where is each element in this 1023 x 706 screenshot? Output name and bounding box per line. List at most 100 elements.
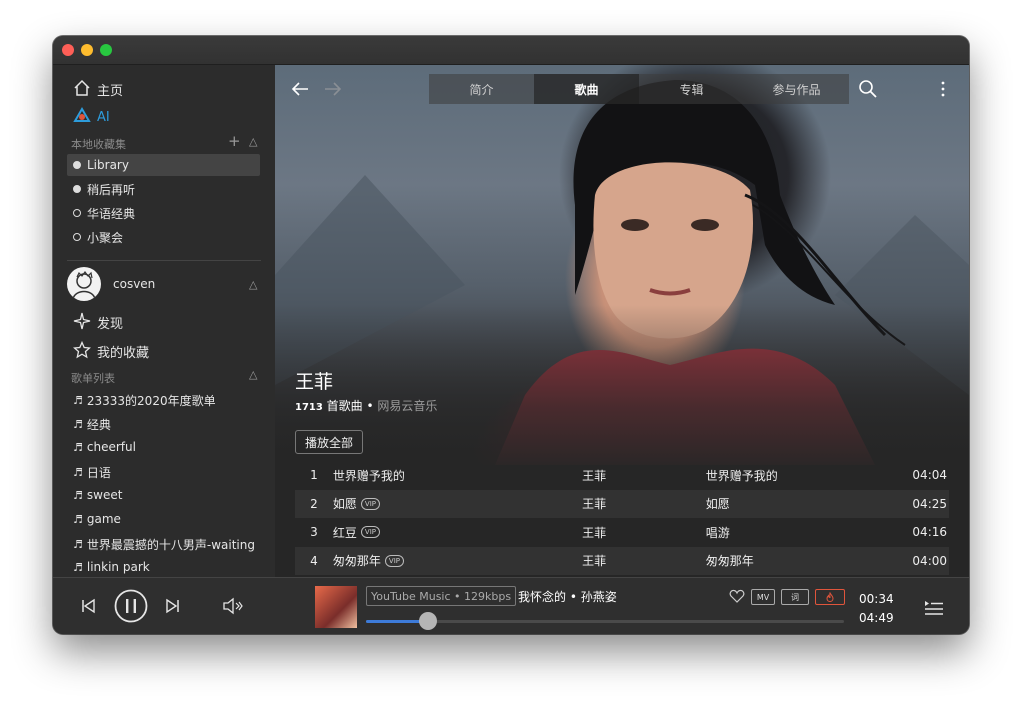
- avatar: [67, 267, 101, 301]
- collapse-playlists-icon[interactable]: △: [249, 368, 257, 381]
- artist-source: 网易云音乐: [377, 399, 438, 413]
- pause-button[interactable]: [114, 589, 148, 627]
- table-row[interactable]: 2 如愿 VIP 王菲 如愿 04:25: [295, 489, 949, 518]
- playlist-label: 日语: [86, 466, 111, 480]
- music-note-icon: ♬: [73, 466, 83, 479]
- song-artist[interactable]: 王菲: [582, 495, 706, 512]
- song-title[interactable]: 世界赠予我的: [333, 467, 405, 484]
- volume-icon[interactable]: [222, 597, 244, 619]
- playlist-item[interactable]: ♬ 世界最震撼的十八男声-waiting: [73, 536, 255, 553]
- song-title-cell: 匆匆那年 VIP: [333, 552, 582, 569]
- play-all-button[interactable]: 播放全部: [295, 430, 363, 454]
- collapse-local-icon[interactable]: △: [249, 135, 257, 148]
- song-artist[interactable]: 王菲: [582, 524, 706, 541]
- zoom-window-button[interactable]: [100, 44, 112, 56]
- song-album[interactable]: 如愿: [706, 495, 866, 512]
- previous-track-icon[interactable]: [80, 598, 96, 618]
- player-bar: YouTube Music • 129kbps 我怀念的 • 孙燕姿 MV 词 …: [53, 577, 969, 634]
- collection-item-classics[interactable]: 华语经典: [67, 202, 260, 224]
- back-arrow-icon[interactable]: [290, 79, 310, 102]
- table-row[interactable]: 4 匆匆那年 VIP 王菲 匆匆那年 04:00: [295, 546, 949, 575]
- playlist-item[interactable]: ♬ sweet: [73, 488, 122, 502]
- meta-separator: •: [366, 399, 374, 413]
- total-time: 04:49: [859, 611, 894, 625]
- now-playing-cover[interactable]: [315, 586, 357, 628]
- tab-songs[interactable]: 歌曲: [534, 74, 639, 104]
- artist-meta: 1713 首歌曲 • 网易云音乐: [295, 397, 437, 414]
- title-bar: [53, 36, 969, 65]
- ai-icon: [73, 107, 91, 128]
- song-count: 1713: [295, 402, 323, 413]
- top-bar: 简介 歌曲 专辑 参与作品: [275, 65, 969, 111]
- playlist-item[interactable]: ♬ game: [73, 512, 121, 526]
- hot-icon[interactable]: [815, 589, 845, 605]
- song-album[interactable]: 匆匆那年: [706, 552, 866, 569]
- playlist-queue-icon[interactable]: [924, 600, 944, 620]
- more-options-icon[interactable]: [939, 79, 947, 102]
- table-row[interactable]: 3 红豆 VIP 王菲 唱游 04:16: [295, 518, 949, 547]
- sidebar-item-discover[interactable]: 发现: [73, 312, 123, 333]
- sidebar-item-favorites[interactable]: 我的收藏: [72, 340, 150, 362]
- song-table: 1 世界赠予我的 王菲 世界赠予我的 04:04 2 如愿 VIP 王菲 如愿 0…: [295, 461, 949, 575]
- collection-label: 稍后再听: [87, 182, 136, 197]
- user-name: cosven: [113, 277, 156, 291]
- song-title[interactable]: 如愿: [333, 495, 357, 512]
- music-note-icon: ♬: [73, 512, 83, 526]
- song-duration: 04:16: [912, 525, 948, 540]
- sidebar-divider: [67, 260, 261, 261]
- collection-item-later[interactable]: 稍后再听: [67, 178, 260, 200]
- forward-arrow-icon[interactable]: [323, 79, 343, 102]
- song-title[interactable]: 匆匆那年: [333, 552, 381, 569]
- close-window-button[interactable]: [62, 44, 74, 56]
- playlist-item[interactable]: ♬ 经典: [73, 416, 111, 433]
- sidebar-item-home[interactable]: 主页: [73, 79, 123, 100]
- collection-item-library[interactable]: Library: [67, 154, 260, 176]
- playlist-item[interactable]: ♬ linkin park: [73, 560, 150, 574]
- song-title[interactable]: 红豆: [333, 524, 357, 541]
- tab-contributions[interactable]: 参与作品: [744, 74, 849, 104]
- app-window: 主页 AI 本地收藏集 + △ Library 稍后再听 华语经典 小聚会 co…: [53, 36, 969, 634]
- song-index: 1: [310, 468, 318, 483]
- song-album[interactable]: 唱游: [706, 524, 866, 541]
- star-icon: [72, 340, 92, 362]
- collection-dot-icon: [73, 233, 81, 241]
- table-row[interactable]: 1 世界赠予我的 王菲 世界赠予我的 04:04: [295, 461, 949, 490]
- next-track-icon[interactable]: [165, 598, 181, 618]
- music-note-icon: ♬: [73, 440, 83, 454]
- user-profile[interactable]: cosven: [67, 267, 155, 301]
- progress-bar[interactable]: [366, 612, 844, 630]
- tab-albums[interactable]: 专辑: [639, 74, 744, 104]
- collection-dot-icon: [73, 209, 81, 217]
- playlist-label: cheerful: [86, 440, 136, 454]
- song-artist[interactable]: 王菲: [582, 552, 706, 569]
- minimize-window-button[interactable]: [81, 44, 93, 56]
- sidebar-item-ai[interactable]: AI: [73, 107, 110, 128]
- artist-name: 王菲: [295, 371, 334, 393]
- song-index: 4: [310, 553, 318, 568]
- heart-icon[interactable]: [729, 588, 745, 608]
- artist-tabs: 简介 歌曲 专辑 参与作品: [429, 74, 849, 104]
- tab-intro[interactable]: 简介: [429, 74, 534, 104]
- now-playing-title[interactable]: 我怀念的 • 孙燕姿: [518, 588, 617, 605]
- home-label: 主页: [97, 84, 124, 99]
- collection-dot-icon: [73, 161, 81, 169]
- mv-button[interactable]: MV: [751, 589, 775, 605]
- song-artist[interactable]: 王菲: [582, 467, 706, 484]
- playlist-item[interactable]: ♬ 23333的2020年度歌单: [73, 392, 216, 409]
- favorites-label: 我的收藏: [97, 346, 150, 361]
- playlist-item[interactable]: ♬ 日语: [73, 464, 111, 481]
- search-icon[interactable]: [858, 79, 878, 102]
- song-album[interactable]: 世界赠予我的: [706, 467, 866, 484]
- collection-label: 华语经典: [87, 206, 136, 221]
- lyrics-button[interactable]: 词: [781, 589, 809, 605]
- add-collection-button[interactable]: +: [228, 132, 241, 150]
- collection-item-party[interactable]: 小聚会: [67, 226, 260, 248]
- playlist-section-title: 歌单列表: [71, 372, 115, 385]
- playlist-label: 世界最震撼的十八男声-waiting: [86, 538, 255, 552]
- song-duration: 04:25: [912, 496, 948, 511]
- local-section-title: 本地收藏集: [71, 138, 126, 151]
- playlist-label: 经典: [86, 418, 111, 432]
- progress-handle[interactable]: [419, 612, 438, 630]
- playlist-item[interactable]: ♬ cheerful: [73, 440, 136, 454]
- collapse-user-icon[interactable]: △: [249, 278, 257, 291]
